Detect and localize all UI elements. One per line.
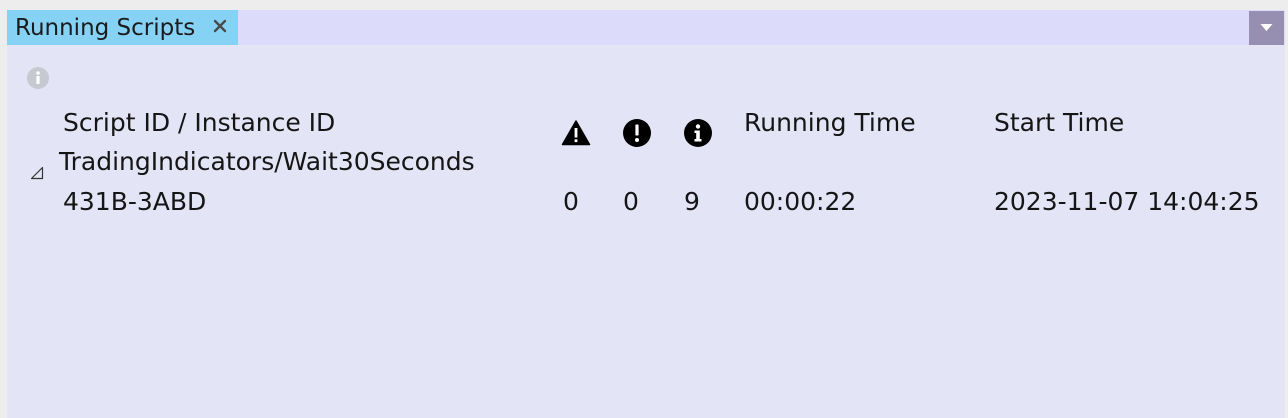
chevron-down-icon — [1260, 24, 1273, 31]
column-header-running-time[interactable]: Running Time — [744, 108, 916, 138]
warning-icon[interactable] — [561, 118, 591, 148]
warning-count: 0 — [563, 187, 579, 216]
instance-id: 431B-3ABD — [63, 187, 207, 216]
close-icon[interactable] — [211, 17, 229, 35]
info-icon[interactable] — [683, 118, 713, 148]
running-time: 00:00:22 — [744, 187, 857, 216]
column-header-start-time[interactable]: Start Time — [994, 108, 1124, 138]
running-scripts-window: Running Scripts Script ID / Instance ID — [7, 10, 1285, 418]
error-icon[interactable] — [622, 118, 652, 148]
tab-bar: Running Scripts — [7, 10, 1285, 45]
script-id: TradingIndicators/Wait30Seconds — [59, 147, 475, 176]
panel-menu-button[interactable] — [1249, 11, 1284, 45]
error-count: 0 — [623, 187, 639, 216]
tab-label: Running Scripts — [15, 15, 196, 41]
info-count: 9 — [684, 187, 700, 216]
start-time: 2023-11-07 14:04:25 — [994, 187, 1260, 216]
info-icon[interactable] — [26, 66, 50, 90]
column-header-script-id[interactable]: Script ID / Instance ID — [63, 108, 335, 138]
expand-triangle-icon[interactable] — [29, 165, 45, 181]
tab-running-scripts[interactable]: Running Scripts — [7, 10, 238, 45]
